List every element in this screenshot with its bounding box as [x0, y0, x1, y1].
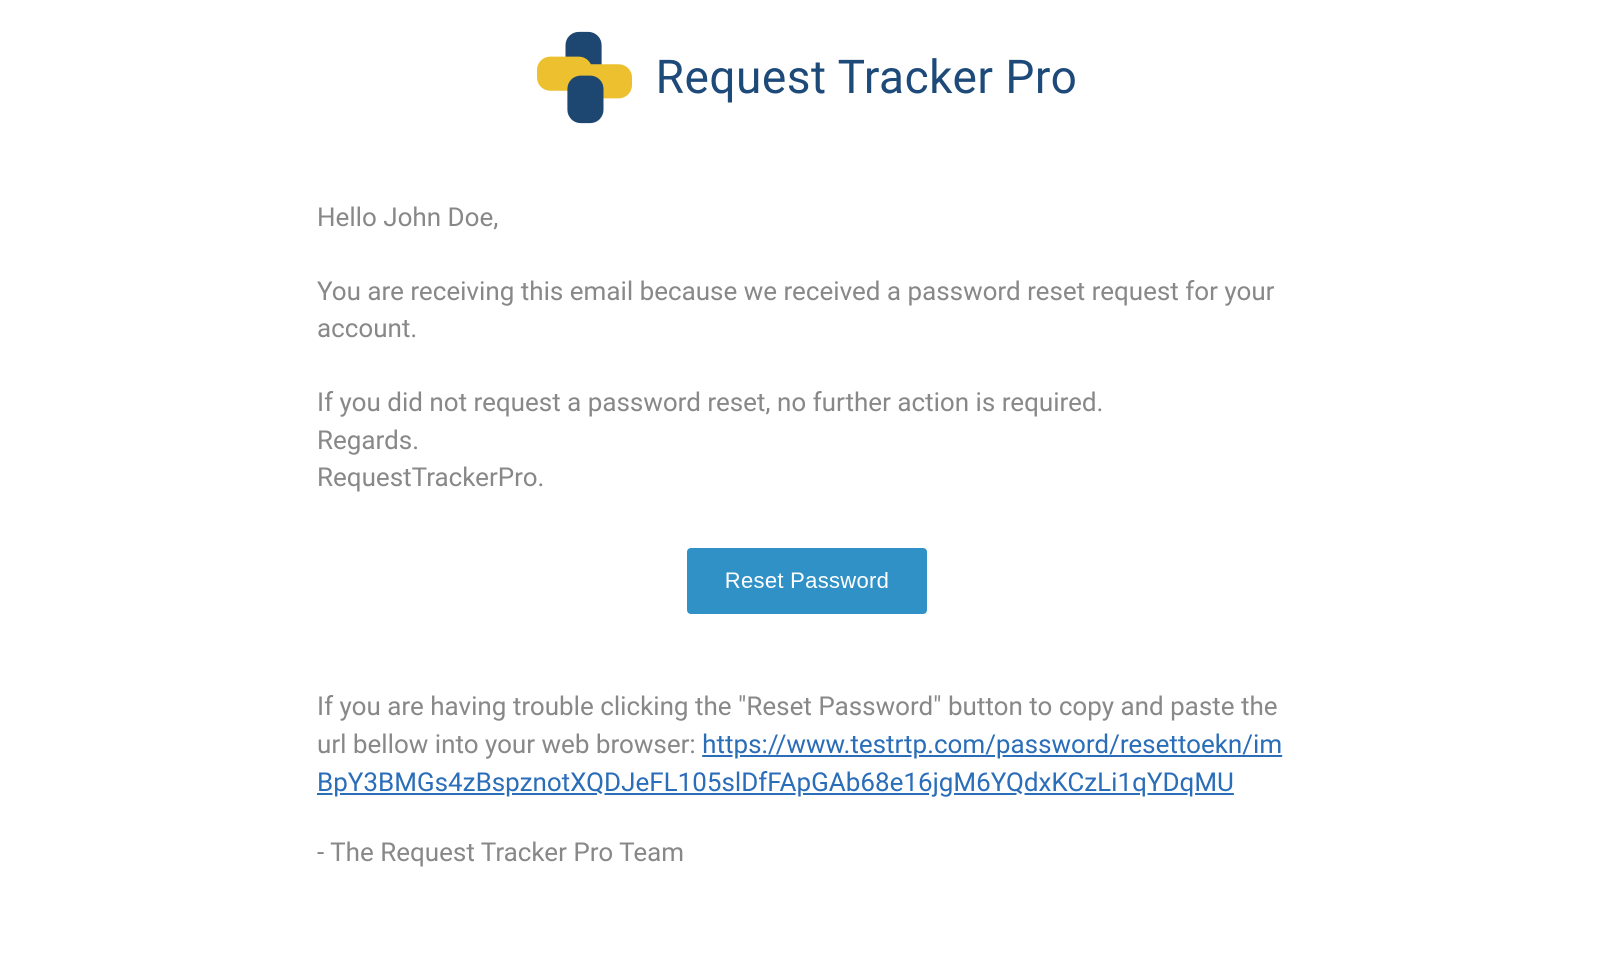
trouble-text: If you are having trouble clicking the "…: [317, 689, 1297, 802]
email-header: Request Tracker Pro: [317, 30, 1297, 125]
app-title: Request Tracker Pro: [656, 51, 1078, 105]
reason-text: You are receiving this email because we …: [317, 274, 1297, 349]
team-signature: - The Request Tracker Pro Team: [317, 838, 1297, 868]
app-logo-icon: [537, 30, 632, 125]
no-action-text: If you did not request a password reset,…: [317, 385, 1297, 423]
regards-text: Regards.: [317, 423, 1297, 461]
greeting-text: Hello John Doe,: [317, 200, 1297, 238]
sender-name-text: RequestTrackerPro.: [317, 460, 1297, 498]
reset-password-button[interactable]: Reset Password: [687, 548, 927, 614]
